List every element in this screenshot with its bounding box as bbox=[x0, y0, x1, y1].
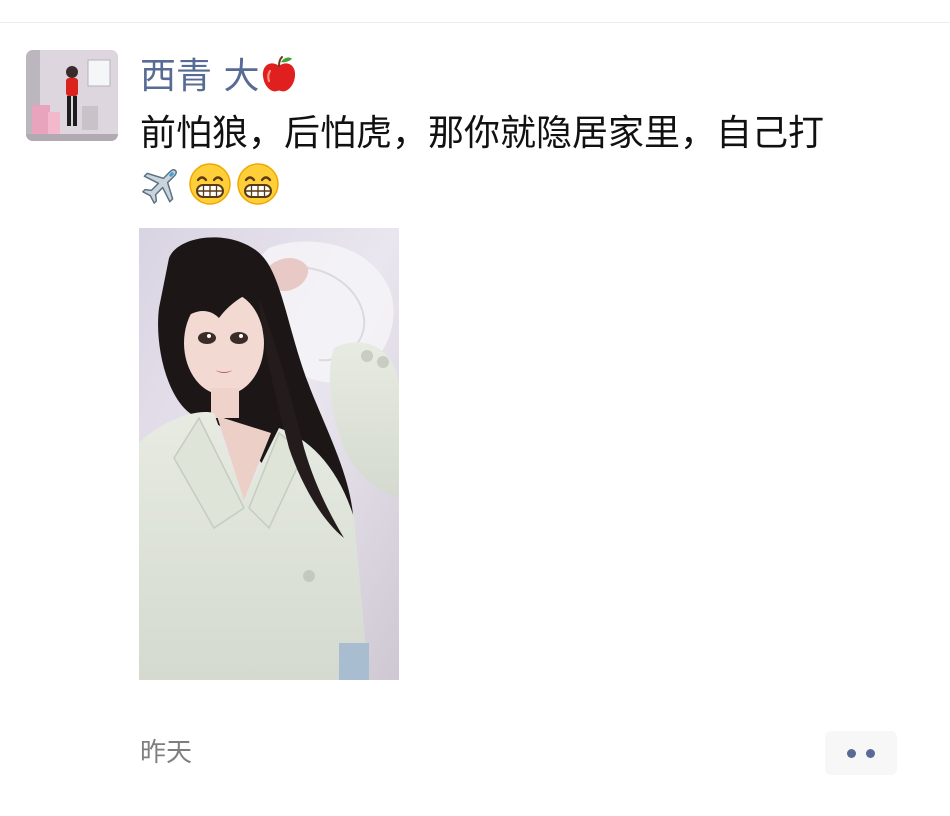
post-text: 前怕狼，后怕虎，那你就隐居家里，自己打 bbox=[140, 113, 825, 154]
moment-post: 西青 大 前怕狼，后怕虎，那你就隐居家里，自己打 bbox=[140, 50, 910, 208]
more-dot-icon bbox=[847, 748, 856, 758]
timestamp: 昨天 bbox=[140, 738, 193, 768]
airplane-icon bbox=[140, 162, 184, 206]
top-divider bbox=[0, 22, 950, 23]
more-dot-icon bbox=[866, 748, 875, 758]
grinning-face-icon bbox=[188, 162, 232, 206]
emoji-row bbox=[140, 160, 910, 208]
apple-icon bbox=[261, 54, 297, 110]
username[interactable]: 西青 大 bbox=[140, 50, 910, 104]
grinning-face-icon bbox=[236, 162, 280, 206]
post-photo[interactable] bbox=[139, 228, 399, 680]
username-text: 西青 大 bbox=[140, 56, 260, 97]
more-actions-button[interactable] bbox=[825, 731, 897, 775]
avatar[interactable] bbox=[26, 50, 118, 141]
